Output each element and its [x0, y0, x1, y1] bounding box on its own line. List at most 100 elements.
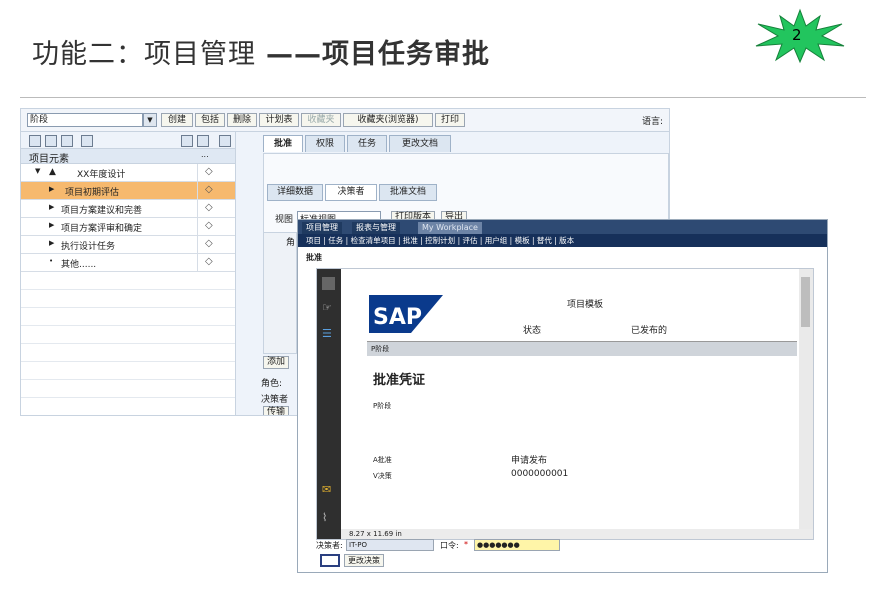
tree-empty-row — [21, 326, 235, 344]
change-decision-button[interactable]: 更改决策 — [344, 554, 384, 567]
diamond-icon: ◇ — [205, 184, 213, 195]
tab-change-docs[interactable]: 更改文档 — [389, 135, 451, 152]
vertical-scrollbar[interactable] — [799, 269, 813, 531]
decision-value: 0000000001 — [511, 469, 569, 479]
tree-item-selected[interactable]: ▶ 项目初期评估 ◇ — [21, 182, 235, 200]
select-checkbox[interactable] — [320, 554, 340, 567]
subtab-details[interactable]: 详细数据 — [267, 184, 323, 201]
collapse-arrow-icon[interactable]: ▶ — [49, 221, 54, 229]
attachment-icon[interactable]: ⌇ — [322, 511, 335, 524]
collapse-arrow-icon[interactable]: ▶ — [49, 203, 54, 211]
tab-my-workplace[interactable]: My Workplace — [418, 222, 482, 234]
sap-logo-icon: SAP — [369, 295, 443, 333]
page-number: 2 — [792, 26, 802, 44]
collapse-icon[interactable] — [45, 135, 57, 147]
layers-icon[interactable]: ☰ — [322, 327, 335, 340]
bullet-icon: • — [49, 257, 54, 265]
tree-empty-row — [21, 344, 235, 362]
tree-item-label: 其他...... — [61, 260, 97, 270]
title-divider — [20, 97, 866, 98]
favorites-button[interactable]: 收藏夹 — [301, 113, 341, 127]
tree-item-label: XX年度设计 — [77, 170, 126, 180]
filter-icon[interactable] — [181, 135, 193, 147]
dropdown-arrow-icon[interactable]: ▼ — [143, 113, 157, 127]
diamond-icon: ◇ — [205, 166, 213, 177]
role-label: 角色: — [261, 379, 283, 389]
include-button[interactable]: 包括 — [195, 113, 225, 127]
svg-text:SAP: SAP — [373, 305, 422, 330]
tree-item-label: 项目方案建议和完善 — [61, 206, 143, 216]
favorites-browser-button[interactable]: 收藏夹(浏览器) — [343, 113, 433, 127]
expand-icon[interactable] — [29, 135, 41, 147]
tab-authority[interactable]: 权限 — [305, 135, 345, 152]
triangle-icon: ▲ — [49, 167, 56, 177]
pdf-viewer: ☞ ☰ ✉ ⌇ SAP 项目模板 状态 已发布的 P阶段 批准凭证 P阶段 A批… — [316, 268, 814, 540]
approval-document-window: 项目管理 报表与管理 My Workplace 项目 | 任务 | 检查清单项目… — [297, 219, 828, 573]
tree-item[interactable]: ▶ 项目方案评审和确定 ◇ — [21, 218, 235, 236]
detail-icon[interactable] — [81, 135, 93, 147]
tab-tasks[interactable]: 任务 — [347, 135, 387, 152]
sort-icon[interactable] — [197, 135, 209, 147]
tree-item-label: 项目初期评估 — [65, 188, 120, 198]
subtab-approval-docs[interactable]: 批准文档 — [379, 184, 437, 201]
hand-icon[interactable]: ☞ — [322, 301, 335, 314]
diamond-icon: ◇ — [205, 256, 213, 267]
decider-field[interactable]: IT-PO — [346, 539, 434, 551]
page-icon[interactable] — [322, 277, 335, 290]
viewer-sidebar: ☞ ☰ ✉ ⌇ — [317, 269, 341, 539]
approval-document: SAP 项目模板 状态 已发布的 P阶段 批准凭证 P阶段 A批准 V决策 申请… — [355, 279, 803, 527]
main-toolbar: 阶段 ▼ 创建 包括 删除 计划表 收藏夹 收藏夹(浏览器) 打印 语言: — [21, 109, 669, 132]
tab-approval[interactable]: 批准 — [263, 135, 303, 152]
tree-header: 项目元素 ... — [21, 149, 235, 165]
tree-item[interactable]: ▶ 项目方案建议和完善 ◇ — [21, 200, 235, 218]
settings-icon[interactable] — [219, 135, 231, 147]
password-field[interactable]: ●●●●●●● — [474, 539, 560, 551]
approval-value: 申请发布 — [511, 456, 548, 466]
collapse-arrow-icon[interactable]: ▶ — [49, 239, 54, 247]
horizontal-scrollbar[interactable]: 8.27 x 11.69 in — [341, 529, 813, 539]
stage-select[interactable]: 阶段 — [27, 113, 143, 127]
decider-table: 角 — [263, 232, 297, 354]
diamond-icon: ◇ — [205, 220, 213, 231]
decision-label: V决策 — [373, 472, 392, 480]
tree-header-col2: ... — [201, 150, 209, 159]
portal-tabs: 项目管理 报表与管理 My Workplace — [298, 220, 827, 234]
create-button[interactable]: 创建 — [161, 113, 193, 127]
transfer-button[interactable]: 传输 — [263, 406, 290, 415]
tree-item[interactable]: • 其他...... ◇ — [21, 254, 235, 272]
project-tree-pane: 项目元素 ... ▼ ▲ XX年度设计 ◇ ▶ 项目初期评估 ◇ ▶ 项目方案建… — [21, 132, 236, 415]
approval-label: A批准 — [373, 456, 392, 464]
certificate-title: 批准凭证 — [373, 373, 426, 388]
portal-nav[interactable]: 项目 | 任务 | 检查清单项目 | 批准 | 控制计划 | 评估 | 用户组 … — [298, 234, 827, 247]
page-size-label: 8.27 x 11.69 in — [349, 530, 402, 538]
schedule-button[interactable]: 计划表 — [259, 113, 299, 127]
diamond-icon: ◇ — [205, 238, 213, 249]
collapse-arrow-icon[interactable]: ▶ — [49, 185, 54, 193]
expand-arrow-icon[interactable]: ▼ — [35, 167, 40, 175]
title-main: 功能二：项目管理 — [32, 39, 256, 70]
tree-toolbar — [21, 132, 235, 149]
tab-reports[interactable]: 报表与管理 — [352, 222, 400, 234]
slide-title: 功能二：项目管理 ——项目任务审批 — [32, 32, 490, 71]
tab-project-management[interactable]: 项目管理 — [302, 222, 342, 234]
tree-empty-row — [21, 380, 235, 398]
delete-button[interactable]: 删除 — [227, 113, 257, 127]
status-label: 状态 — [523, 326, 542, 336]
language-label: 语言: — [641, 117, 663, 127]
section-title: 批准 — [306, 253, 322, 262]
tree-item[interactable]: ▶ 执行设计任务 ◇ — [21, 236, 235, 254]
tree-empty-row — [21, 290, 235, 308]
page-star-badge: 2 — [752, 8, 848, 64]
tree-item-root[interactable]: ▼ ▲ XX年度设计 ◇ — [21, 164, 235, 182]
print-button[interactable]: 打印 — [435, 113, 465, 127]
structure-icon[interactable] — [61, 135, 73, 147]
doc-heading: 项目模板 — [567, 300, 604, 310]
subtab-decider[interactable]: 决策者 — [325, 184, 377, 201]
comments-icon[interactable]: ✉ — [322, 483, 335, 496]
tree-header-label: 项目元素 — [29, 154, 69, 165]
add-button[interactable]: 添加 — [263, 356, 290, 369]
tree-item-label: 执行设计任务 — [61, 242, 116, 252]
tree-item-label: 项目方案评审和确定 — [61, 224, 143, 234]
decider-label: 决策者 — [261, 395, 289, 405]
required-star: * — [464, 540, 468, 549]
